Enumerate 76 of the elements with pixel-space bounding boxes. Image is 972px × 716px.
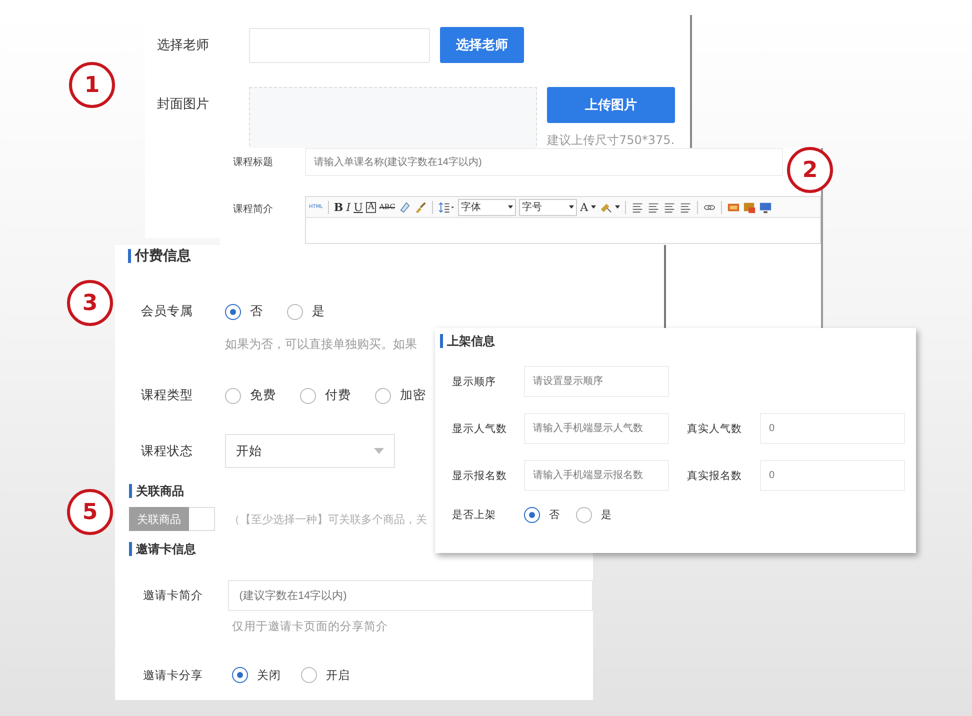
option-label: 加密 — [400, 387, 426, 404]
course-title-field[interactable]: 请输入单课名称(建议字数在14字以内) — [305, 148, 783, 176]
step-number-badge: 3 — [67, 280, 113, 326]
brush-icon[interactable] — [414, 200, 428, 214]
radio-button[interactable] — [287, 304, 303, 320]
field-label: 邀请卡简介 — [142, 588, 204, 603]
bold-button[interactable]: B — [334, 202, 344, 212]
border-button[interactable]: A — [366, 202, 376, 212]
field-label: 显示报名数 — [452, 468, 508, 482]
caret-icon — [569, 205, 574, 209]
step-number-badge: 1 — [69, 62, 115, 108]
option-label: 是 — [312, 303, 325, 320]
align-icon[interactable] — [663, 200, 676, 214]
option-label: 关闭 — [257, 668, 281, 682]
field-label: 课程类型 — [140, 387, 194, 404]
teacher-field[interactable] — [249, 28, 430, 62]
field-label: 选择老师 — [157, 37, 210, 54]
field-label: 课程标题 — [233, 156, 274, 169]
radio-button[interactable] — [300, 388, 316, 404]
option-label: 否 — [250, 303, 263, 320]
hint-text: 如果为否，可以直接单独购买。如果 — [225, 336, 417, 353]
field-label: 课程状态 — [140, 442, 194, 460]
goods-field[interactable] — [189, 507, 215, 531]
monitor-icon[interactable] — [759, 200, 772, 214]
upload-image-button[interactable]: 上传图片 — [547, 87, 675, 123]
field-label: 课程简介 — [233, 203, 274, 216]
caret-icon — [508, 205, 514, 209]
eraser-icon[interactable] — [398, 200, 412, 214]
option-label: 付费 — [325, 387, 351, 404]
option-label: 免费 — [250, 387, 276, 404]
caret-icon — [591, 205, 596, 209]
align-icon[interactable] — [647, 200, 660, 214]
option-label: 否 — [549, 508, 560, 522]
section-heading: 上架信息 — [440, 334, 916, 348]
radio-button[interactable] — [524, 507, 540, 523]
field-label: 显示人气数 — [452, 422, 508, 436]
number-field[interactable]: 0 — [760, 413, 905, 444]
font-size-select[interactable]: 字号 — [519, 198, 578, 216]
font-family-select[interactable]: 字体 — [458, 198, 516, 216]
hint-text: （【至少选择一种】可关联多个商品，关 — [229, 512, 427, 526]
status-dropdown[interactable]: 开始 — [225, 434, 395, 468]
italic-button[interactable]: I — [346, 202, 351, 212]
align-icon[interactable] — [679, 200, 692, 214]
option-label: 是 — [601, 508, 612, 522]
radio-button[interactable] — [375, 388, 391, 404]
number-field[interactable]: 请设置显示顺序 — [524, 366, 669, 397]
font-color-button[interactable]: A — [580, 202, 588, 212]
caret-icon — [374, 448, 384, 454]
field-label: 是否上架 — [452, 508, 497, 522]
radio-button[interactable] — [225, 388, 241, 404]
radio-button[interactable] — [232, 667, 248, 683]
field-label: 真实人气数 — [687, 422, 743, 436]
caret-icon — [615, 205, 620, 209]
field-label: 会员专属 — [140, 303, 194, 320]
number-field[interactable]: 0 — [760, 460, 905, 491]
select-teacher-button[interactable]: 选择老师 — [440, 27, 524, 63]
number-field[interactable]: 请输入手机端显示报名数 — [524, 460, 669, 491]
field-label: 真实报名数 — [687, 468, 743, 482]
hint-text: 建议上传尺寸750*375. — [547, 132, 675, 149]
field-label: 显示顺序 — [452, 374, 497, 388]
field-label: 封面图片 — [157, 96, 210, 113]
line-spacing-icon[interactable] — [438, 200, 456, 214]
hint-text: 仅用于邀请卡页面的分享简介 — [232, 619, 389, 634]
invite-intro-field[interactable]: (建议字数在14字以内) — [228, 580, 593, 611]
underline-button[interactable]: U — [354, 202, 363, 212]
align-icon[interactable] — [631, 200, 644, 214]
radio-button[interactable] — [301, 667, 317, 683]
option-label: 开启 — [326, 668, 350, 682]
step-number-badge: 5 — [67, 489, 113, 535]
radio-button[interactable] — [576, 507, 592, 523]
field-label: 邀请卡分享 — [142, 668, 204, 682]
radio-button[interactable] — [225, 304, 241, 320]
section-heading: 付费信息 — [128, 249, 664, 263]
image-icon[interactable] — [743, 200, 756, 214]
step-number-badge: 2 — [787, 147, 833, 193]
number-field[interactable]: 请输入手机端显示人气数 — [524, 413, 669, 444]
